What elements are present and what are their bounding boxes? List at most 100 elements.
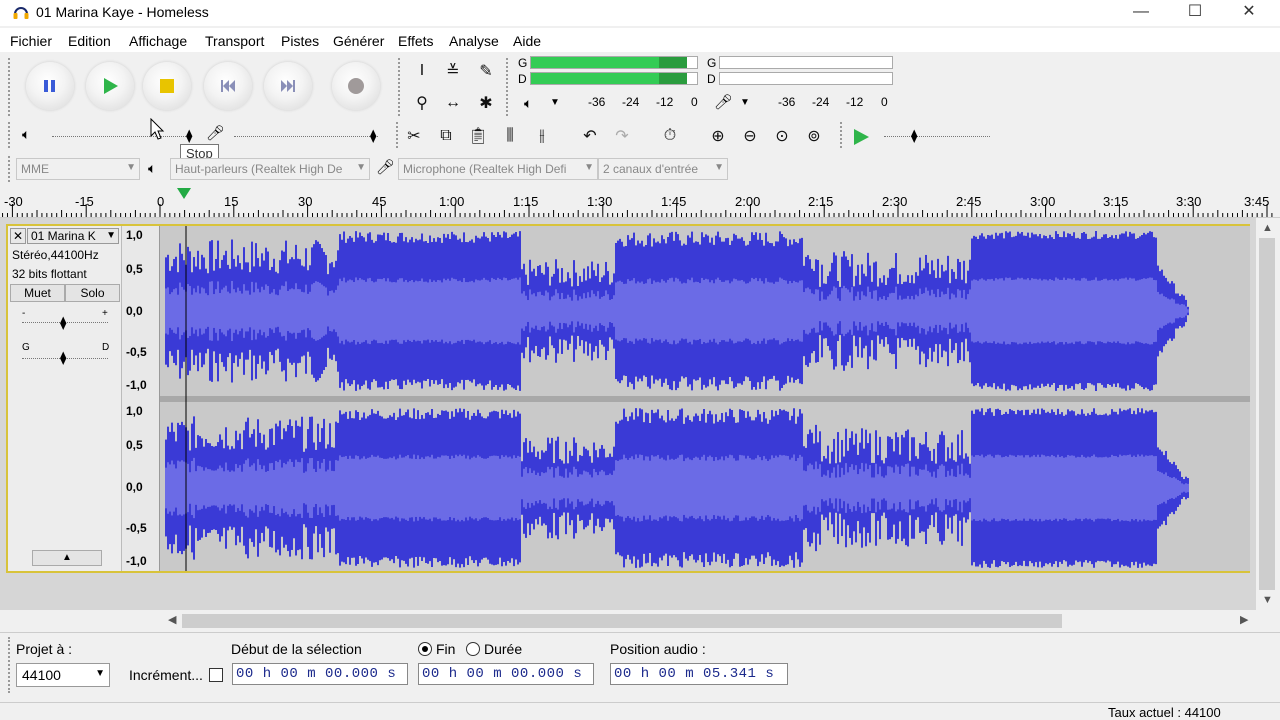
chevron-down-icon: ▼ <box>106 230 116 241</box>
horizontal-scrollbar[interactable]: ◀ ▶ <box>160 612 1256 630</box>
menu-generer[interactable]: Générer <box>333 33 384 49</box>
playback-meter-right[interactable] <box>530 72 698 85</box>
gain-plus-label: + <box>102 308 108 319</box>
audio-track[interactable]: ✕ 01 Marina K ▼ Stéréo,44100Hz 32 bits f… <box>6 224 1250 573</box>
maximize-button[interactable]: ☐ <box>1168 0 1222 24</box>
chevron-down-icon: ▼ <box>126 162 136 173</box>
playback-volume-slider[interactable] <box>52 136 192 138</box>
toolbar-grip[interactable] <box>8 156 14 182</box>
sync-lock-icon[interactable]: ⏱ <box>658 125 682 147</box>
menu-effets[interactable]: Effets <box>398 33 434 49</box>
slider-thumb-icon[interactable]: ⧫ <box>186 128 192 144</box>
chevron-down-icon: ▼ <box>95 668 105 679</box>
toolbar-grip[interactable] <box>506 58 512 116</box>
menu-edition[interactable]: Edition <box>68 33 111 49</box>
input-channels-select[interactable]: 2 canaux d'entrée ▼ <box>598 158 728 180</box>
record-volume-slider[interactable] <box>234 136 378 138</box>
multi-tool-icon[interactable]: ✱ <box>474 92 498 114</box>
close-track-icon[interactable]: ✕ <box>10 228 26 244</box>
vertical-scrollbar[interactable]: ▲ ▼ <box>1256 218 1280 610</box>
menu-fichier[interactable]: Fichier <box>10 33 52 49</box>
toolbar-grip[interactable] <box>8 122 14 148</box>
timeline-ruler[interactable]: -30 -15 0 15 30 45 1:00 1:15 1:30 1:45 2… <box>0 188 1280 218</box>
speaker-meter-icon[interactable]: 🔈︎ <box>524 95 532 112</box>
zoom-in-icon[interactable]: ⊕ <box>706 125 730 147</box>
silence-audio-icon[interactable]: ⫲ <box>530 125 554 147</box>
waveform-display[interactable] <box>160 226 1250 571</box>
toolbar-grip[interactable] <box>840 122 846 148</box>
play-speed-slider[interactable] <box>884 136 990 138</box>
mute-button[interactable]: Muet <box>10 284 65 302</box>
solo-button[interactable]: Solo <box>65 284 120 302</box>
vertical-scroll-thumb[interactable] <box>1259 238 1275 590</box>
selection-tool-icon[interactable]: I <box>410 60 434 82</box>
play-meter-left-label: G <box>518 56 528 70</box>
audio-position-time[interactable]: 00 h 00 m 05.341 s <box>610 663 788 685</box>
slider-thumb-icon[interactable]: ⧫ <box>911 128 917 144</box>
playback-meter-left[interactable] <box>530 56 698 69</box>
record-meter-left[interactable] <box>719 56 893 69</box>
record-meter-right[interactable] <box>719 72 893 85</box>
scroll-down-icon[interactable]: ▼ <box>1262 594 1273 606</box>
minimize-button[interactable]: — <box>1114 0 1168 24</box>
status-rate: Taux actuel : 44100 <box>1108 705 1221 720</box>
slider-thumb-icon[interactable]: ⧫ <box>370 128 376 144</box>
play-at-speed-icon[interactable] <box>852 128 870 146</box>
end-radio[interactable] <box>418 642 432 656</box>
record-button[interactable] <box>332 62 380 110</box>
slider-thumb-icon[interactable]: ⧫ <box>60 315 66 331</box>
menu-transport[interactable]: Transport <box>205 33 264 49</box>
toolbar-grip[interactable] <box>398 58 404 116</box>
play-scale-12: -12 <box>656 95 674 109</box>
scroll-right-icon[interactable]: ▶ <box>1240 613 1248 626</box>
playhead-marker-icon[interactable] <box>177 188 191 200</box>
selection-end-time[interactable]: 00 h 00 m 00.000 s <box>418 663 594 685</box>
draw-tool-icon[interactable]: ✎ <box>474 60 498 82</box>
trim-audio-icon[interactable]: ⫼ <box>498 125 522 147</box>
project-rate-select[interactable]: 44100 ▼ <box>16 663 110 687</box>
ruler-label: 15 <box>224 194 239 209</box>
zoom-out-icon[interactable]: ⊖ <box>738 125 762 147</box>
scroll-up-icon[interactable]: ▲ <box>1262 222 1273 234</box>
audio-position-label: Position audio : <box>610 641 706 657</box>
fit-project-icon[interactable]: ⊚ <box>802 125 826 147</box>
undo-icon[interactable]: ↶ <box>578 125 602 147</box>
stop-button[interactable] <box>143 62 191 110</box>
snap-to-checkbox[interactable] <box>209 668 223 682</box>
microphone-meter-icon[interactable]: 🎤︎ <box>714 93 733 111</box>
paste-icon[interactable]: 📋︎ <box>466 125 490 147</box>
chevron-down-icon[interactable]: ▼ <box>740 97 750 108</box>
menu-aide[interactable]: Aide <box>513 33 541 49</box>
play-button[interactable] <box>86 62 134 110</box>
vscale-label: 0,0 <box>126 480 143 494</box>
input-device-select[interactable]: Microphone (Realtek High Defi ▼ <box>398 158 598 180</box>
chevron-down-icon[interactable]: ▼ <box>550 97 560 108</box>
slider-thumb-icon[interactable]: ⧫ <box>60 350 66 366</box>
envelope-tool-icon[interactable]: ≚ <box>441 60 465 82</box>
vertical-ruler[interactable]: 1,0 0,5 0,0 -0,5 -1,0 1,0 0,5 0,0 -0,5 -… <box>122 226 160 571</box>
menu-analyse[interactable]: Analyse <box>449 33 499 49</box>
scroll-left-icon[interactable]: ◀ <box>168 613 176 626</box>
toolbar-grip[interactable] <box>8 58 14 116</box>
horizontal-scroll-thumb[interactable] <box>182 614 1062 628</box>
audio-host-select[interactable]: MME ▼ <box>16 158 140 180</box>
selection-start-time[interactable]: 00 h 00 m 00.000 s <box>232 663 408 685</box>
timeshift-tool-icon[interactable]: ↔ <box>441 92 465 114</box>
menu-pistes[interactable]: Pistes <box>281 33 319 49</box>
redo-icon[interactable]: ↷ <box>610 125 634 147</box>
menu-affichage[interactable]: Affichage <box>129 33 187 49</box>
length-radio[interactable] <box>466 642 480 656</box>
output-device-select[interactable]: Haut-parleurs (Realtek High De ▼ <box>170 158 370 180</box>
skip-to-start-button[interactable] <box>204 62 252 110</box>
fit-selection-icon[interactable]: ⊙ <box>770 125 794 147</box>
toolbar-grip[interactable] <box>8 637 14 693</box>
cut-icon[interactable]: ✂ <box>402 125 426 147</box>
track-name-menu[interactable]: 01 Marina K ▼ <box>27 228 119 244</box>
copy-icon[interactable]: ⧉ <box>434 125 458 147</box>
vscale-label: -0,5 <box>126 521 147 535</box>
pause-button[interactable] <box>26 62 74 110</box>
skip-to-end-button[interactable] <box>264 62 312 110</box>
zoom-tool-icon[interactable]: ⚲ <box>410 92 434 114</box>
close-button[interactable]: ✕ <box>1222 0 1276 24</box>
collapse-track-button[interactable]: ▲ <box>32 550 102 566</box>
